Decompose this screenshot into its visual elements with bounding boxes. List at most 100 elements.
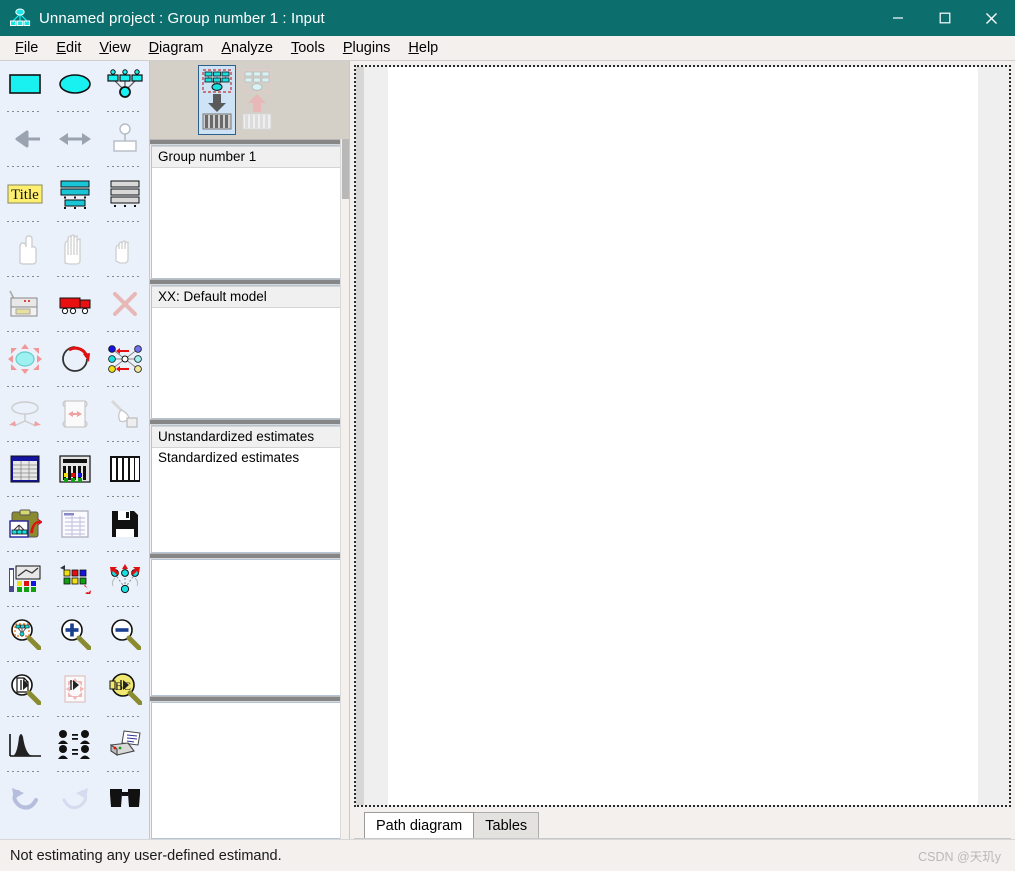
- bayesian-estimation-icon: [8, 729, 42, 759]
- resize-handle-3-icon[interactable]: [100, 674, 149, 696]
- tool-preserve-symmetries[interactable]: [100, 556, 149, 601]
- redo-icon: [58, 786, 92, 812]
- select-one-object-icon: [10, 233, 40, 265]
- path-diagram-canvas[interactable]: [354, 65, 1011, 807]
- bottom-tab-strip: Path diagram Tables: [354, 809, 1011, 839]
- draw-latent-with-indicators-icon: [106, 68, 144, 99]
- tool-zoom-select[interactable]: [0, 611, 50, 656]
- diagram-page[interactable]: [387, 67, 978, 805]
- menu-edit[interactable]: Edit: [47, 38, 90, 59]
- drag-properties-icon: [58, 564, 92, 594]
- tool-reflect-indicators[interactable]: [100, 336, 149, 381]
- add-unique-variable-icon: [108, 122, 142, 155]
- blank-list-2[interactable]: [151, 702, 348, 839]
- toolbox-separator: [0, 546, 149, 556]
- tool-multiple-group-analysis[interactable]: [50, 721, 100, 766]
- estimates-view-list[interactable]: Unstandardized estimates Standardized es…: [151, 425, 348, 553]
- scrollbar-thumb[interactable]: [342, 139, 349, 199]
- reflect-indicators-icon: [107, 344, 143, 374]
- svg-text:Title: Title: [11, 187, 39, 203]
- menu-analyze[interactable]: Analyze: [212, 38, 282, 59]
- toolbox-separator: [0, 711, 149, 721]
- tool-figure-caption[interactable]: Title: [0, 171, 50, 216]
- figure-caption-icon: Title: [6, 182, 44, 206]
- model-navigation-panel: Group number 1 XX: Default model Unstand…: [150, 61, 350, 839]
- minimize-button[interactable]: [874, 0, 921, 36]
- tool-select-data-file[interactable]: [0, 446, 50, 491]
- tool-draw-path[interactable]: [0, 116, 50, 161]
- list-item[interactable]: Standardized estimates: [152, 448, 347, 468]
- toolbox-separator: [0, 216, 149, 226]
- tab-tables[interactable]: Tables: [473, 812, 540, 838]
- maximize-button[interactable]: [921, 0, 968, 36]
- menu-diagram[interactable]: Diagram: [140, 38, 213, 59]
- groups-list[interactable]: Group number 1: [151, 145, 348, 279]
- watermark: CSDN @天玑y: [918, 850, 1001, 864]
- draw-covariance-icon: [57, 129, 93, 149]
- tool-draw-latent-with-indicators[interactable]: [100, 61, 149, 106]
- tool-analysis-properties[interactable]: [50, 446, 100, 491]
- tab-path-diagram[interactable]: Path diagram: [364, 812, 475, 838]
- menu-view[interactable]: View: [90, 38, 139, 59]
- list-item[interactable]: XX: Default model: [152, 286, 347, 308]
- tool-print[interactable]: [100, 721, 149, 766]
- zoom-select-icon: [9, 618, 41, 650]
- tool-deselect-all-objects[interactable]: [100, 226, 149, 271]
- tool-save-current-diagram[interactable]: [100, 501, 149, 546]
- tool-view-text-output[interactable]: [50, 501, 100, 546]
- tool-move-parameter-values[interactable]: [0, 391, 50, 436]
- canvas-vertical-scrollbar[interactable]: [356, 67, 364, 805]
- preserve-symmetries-icon: [107, 563, 143, 594]
- tool-search[interactable]: [100, 776, 149, 821]
- tool-object-properties[interactable]: [100, 446, 149, 491]
- view-output-path-diagram-button[interactable]: [238, 65, 276, 135]
- list-item[interactable]: Group number 1: [152, 146, 347, 168]
- amos-main-window: Unnamed project : Group number 1 : Input…: [0, 0, 1015, 871]
- tool-redo[interactable]: [50, 776, 100, 821]
- search-icon: [108, 786, 142, 812]
- menu-help[interactable]: Help: [399, 38, 447, 59]
- models-list[interactable]: XX: Default model: [151, 285, 348, 419]
- toolbox-separator: [0, 326, 149, 336]
- tool-scroll-diagram[interactable]: [50, 391, 100, 436]
- tool-object-properties-2[interactable]: [0, 556, 50, 601]
- tool-change-shape-of-object[interactable]: [0, 336, 50, 381]
- diagram-area: Path diagram Tables: [350, 61, 1015, 839]
- menu-tools[interactable]: Tools: [282, 38, 334, 59]
- tool-list-variables-in-model[interactable]: [100, 171, 149, 216]
- tool-bayesian-estimation[interactable]: [0, 721, 50, 766]
- menu-plugins[interactable]: Plugins: [334, 38, 400, 59]
- tool-draw-observed-variable[interactable]: [0, 61, 50, 106]
- tool-list-variables-in-dataset[interactable]: [50, 171, 100, 216]
- resize-handle-2-icon[interactable]: [50, 674, 100, 696]
- resize-handle-1-icon[interactable]: [0, 674, 50, 696]
- tool-touch-up-variable[interactable]: [100, 391, 149, 436]
- tool-drag-properties[interactable]: [50, 556, 100, 601]
- tool-rotate-indicators[interactable]: [50, 336, 100, 381]
- tool-add-unique-variable[interactable]: [100, 116, 149, 161]
- tool-erase-object[interactable]: [100, 281, 149, 326]
- toolbox-separator: [0, 106, 149, 116]
- tool-select-all-objects[interactable]: [50, 226, 100, 271]
- draw-unobserved-variable-icon: [57, 71, 93, 97]
- tool-draw-unobserved-variable[interactable]: [50, 61, 100, 106]
- tool-zoom-in[interactable]: [50, 611, 100, 656]
- tool-draw-covariance[interactable]: [50, 116, 100, 161]
- tool-select-one-object[interactable]: [0, 226, 50, 271]
- view-input-path-diagram-button[interactable]: [198, 65, 236, 135]
- title-bar: Unnamed project : Group number 1 : Input: [0, 0, 1015, 36]
- list-item[interactable]: Unstandardized estimates: [152, 426, 347, 448]
- midpanel-scrollbar[interactable]: [340, 139, 349, 839]
- tool-zoom-out[interactable]: [100, 611, 149, 656]
- close-button[interactable]: [968, 0, 1015, 36]
- tool-copy-to-clipboard[interactable]: [0, 501, 50, 546]
- menu-file[interactable]: File: [6, 38, 47, 59]
- tool-undo[interactable]: [0, 776, 50, 821]
- tool-duplicate-object[interactable]: [0, 281, 50, 326]
- blank-list-1[interactable]: [151, 559, 348, 696]
- toolbox-separator: [0, 656, 149, 666]
- analysis-properties-icon: [58, 454, 92, 484]
- toolbox-separator: [0, 381, 149, 391]
- toolbox-separator: [0, 161, 149, 171]
- tool-move-object[interactable]: [50, 281, 100, 326]
